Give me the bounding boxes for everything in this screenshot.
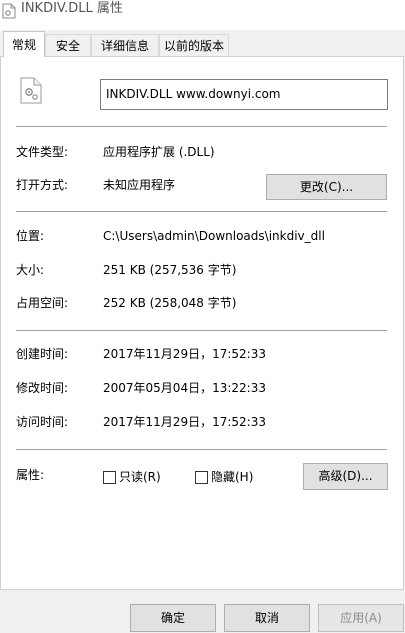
apply-button[interactable]: 应用(A) [318,604,404,632]
accessed-value: 2017年11月29日，17:52:33 [103,415,266,429]
size-value: 251 KB (257,536 字节) [103,263,237,277]
tab-general[interactable]: 常规 [3,31,45,57]
open-with-label: 打开方式: [16,178,69,192]
file-type-value: 应用程序扩展 (.DLL) [103,145,215,159]
tab-security[interactable]: 安全 [45,34,91,56]
general-tab-panel [0,56,404,590]
readonly-checkbox[interactable] [103,471,116,484]
window-title: INKDIV.DLL 属性 [21,1,123,16]
accessed-label: 访问时间: [16,415,69,429]
created-label: 创建时间: [16,347,69,361]
hidden-checkbox[interactable] [195,471,208,484]
cancel-button[interactable]: 取消 [224,604,310,632]
size-label: 大小: [16,263,45,277]
location-label: 位置: [16,229,45,243]
dll-file-icon [2,3,16,19]
separator [16,449,387,450]
separator [16,126,387,127]
file-name-input[interactable]: INKDIV.DLL www.downyi.com [100,79,388,110]
tab-previous-versions[interactable]: 以前的版本 [159,34,229,56]
readonly-checkbox-label[interactable]: 只读(R) [119,469,161,486]
modified-value: 2007年05月04日，13:22:33 [103,381,266,395]
file-type-label: 文件类型: [16,145,69,159]
size-on-disk-label: 占用空间: [16,296,69,310]
ok-button[interactable]: 确定 [130,604,216,632]
separator [16,211,387,212]
advanced-button[interactable]: 高级(D)... [303,463,388,490]
title-bar: INKDIV.DLL 属性 [0,0,405,30]
hidden-checkbox-label[interactable]: 隐藏(H) [211,469,253,486]
location-value: C:\Users\admin\Downloads\inkdiv_dll [103,229,325,243]
created-value: 2017年11月29日，17:52:33 [103,347,266,361]
tab-details[interactable]: 详细信息 [91,34,159,56]
modified-label: 修改时间: [16,381,69,395]
open-with-value: 未知应用程序 [103,178,176,192]
change-button[interactable]: 更改(C)... [266,174,387,200]
dll-file-icon-large [20,77,42,104]
size-on-disk-value: 252 KB (258,048 字节) [103,296,237,310]
attributes-label: 属性: [16,468,45,482]
separator [16,330,387,331]
